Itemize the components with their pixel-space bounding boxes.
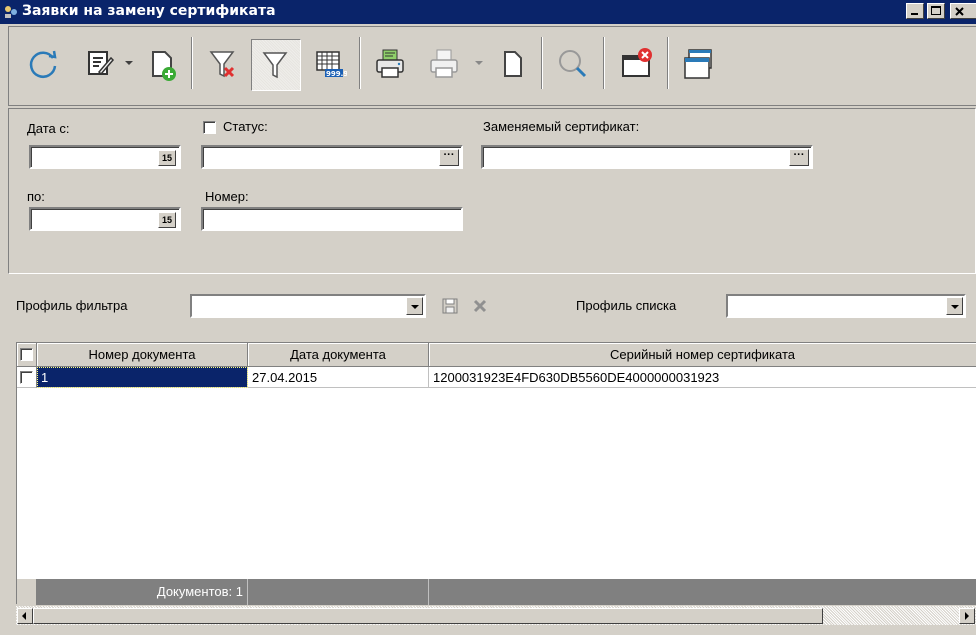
filter-profile-select[interactable]	[190, 294, 426, 318]
replaced-cert-field[interactable]: ···	[481, 145, 813, 169]
column-header-number[interactable]: Номер документа	[37, 343, 248, 367]
documents-grid: Номер документа Дата документа Серийный …	[16, 342, 976, 605]
row-number-cell[interactable]: 1	[37, 367, 248, 388]
replaced-cert-ellipsis-button[interactable]: ···	[789, 149, 809, 166]
arrow-right-icon	[965, 612, 969, 620]
scroll-left-button[interactable]	[17, 608, 33, 624]
toolbar-separator	[541, 37, 543, 89]
footer-cell	[429, 579, 976, 605]
scroll-thumb[interactable]	[33, 608, 823, 624]
row-serial-cell[interactable]: 1200031923E4FD630DB5560DE4000000031923	[429, 367, 976, 388]
select-all-header[interactable]	[17, 343, 37, 367]
table-totals-icon: 999.99	[316, 51, 347, 78]
print-preview-icon	[430, 49, 458, 78]
list-profile-label: Профиль списка	[576, 298, 677, 313]
toolbar-separator	[667, 37, 669, 89]
print-button[interactable]	[367, 39, 415, 89]
print-icon	[376, 49, 404, 78]
row-checkbox[interactable]	[20, 371, 33, 384]
horizontal-scrollbar[interactable]	[16, 605, 976, 625]
date-to-label: по:	[27, 189, 45, 204]
edit-icon	[88, 51, 115, 76]
refresh-button[interactable]	[19, 39, 67, 89]
window-title: Заявки на замену сертификата	[22, 3, 276, 19]
app-icon	[5, 6, 17, 18]
close-button[interactable]	[950, 3, 976, 19]
edit-dropdown-arrow[interactable]	[125, 61, 133, 65]
filter-icon	[262, 52, 288, 79]
column-header-serial[interactable]: Серийный номер сертификата	[429, 343, 976, 367]
replaced-cert-label: Заменяемый сертификат:	[483, 119, 640, 134]
toolbar-separator	[359, 37, 361, 89]
date-from-label: Дата с:	[27, 121, 70, 136]
row-date-cell[interactable]: 27.04.2015	[248, 367, 429, 388]
calendar-icon[interactable]: 15	[158, 150, 176, 166]
filter-profile-label: Профиль фильтра	[16, 298, 128, 313]
calendar-icon[interactable]: 15	[158, 212, 176, 228]
filter-button[interactable]	[251, 39, 301, 91]
copy-document-icon	[504, 51, 522, 77]
new-document-icon	[152, 51, 176, 81]
filter-panel: Дата с: 15 Статус: ··· Заменяемый сертиф…	[8, 108, 976, 274]
status-field[interactable]: ···	[201, 145, 463, 169]
print-dropdown-arrow[interactable]	[475, 61, 483, 65]
maximize-button[interactable]	[927, 3, 945, 19]
column-header-date[interactable]: Дата документа	[248, 343, 429, 367]
profile-row: Профиль фильтра Профиль списка	[8, 280, 976, 338]
save-profile-icon[interactable]	[442, 298, 458, 314]
number-field[interactable]	[201, 207, 463, 231]
list-profile-select[interactable]	[726, 294, 966, 318]
search-icon	[559, 50, 587, 78]
close-window-button[interactable]	[613, 39, 661, 89]
search-button[interactable]	[549, 39, 597, 89]
documents-count: Документов: 1	[37, 579, 248, 605]
status-checkbox[interactable]	[203, 121, 216, 134]
chevron-down-icon[interactable]	[946, 297, 963, 315]
number-label: Номер:	[205, 189, 249, 204]
status-label: Статус:	[223, 119, 268, 134]
totals-button[interactable]: 999.99	[305, 39, 353, 89]
print-preview-button[interactable]	[421, 39, 465, 89]
date-from-field[interactable]: 15	[29, 145, 181, 169]
clear-filter-button[interactable]	[199, 39, 247, 89]
toolbar-separator	[191, 37, 193, 89]
status-ellipsis-button[interactable]: ···	[439, 149, 459, 166]
footer-corner	[17, 579, 37, 605]
refresh-icon	[29, 50, 57, 78]
edit-button[interactable]	[79, 39, 121, 89]
chevron-down-icon[interactable]	[406, 297, 423, 315]
minimize-button[interactable]	[906, 3, 924, 19]
close-window-icon	[622, 48, 652, 77]
toolbar: 999.99	[8, 26, 976, 106]
row-select-cell[interactable]	[17, 367, 37, 388]
arrow-left-icon	[22, 612, 26, 620]
cascade-windows-button[interactable]	[675, 39, 723, 89]
delete-profile-icon[interactable]	[472, 298, 488, 314]
date-to-field[interactable]: 15	[29, 207, 181, 231]
svg-text:999.99: 999.99	[326, 70, 347, 78]
title-bar: Заявки на замену сертификата	[0, 0, 976, 24]
copy-document-button[interactable]	[491, 39, 535, 89]
footer-cell	[248, 579, 429, 605]
clear-filter-icon	[209, 51, 235, 78]
toolbar-separator	[603, 37, 605, 89]
close-icon	[955, 7, 964, 16]
cascade-windows-icon	[684, 49, 712, 79]
new-document-button[interactable]	[141, 39, 185, 89]
scroll-right-button[interactable]	[959, 608, 975, 624]
